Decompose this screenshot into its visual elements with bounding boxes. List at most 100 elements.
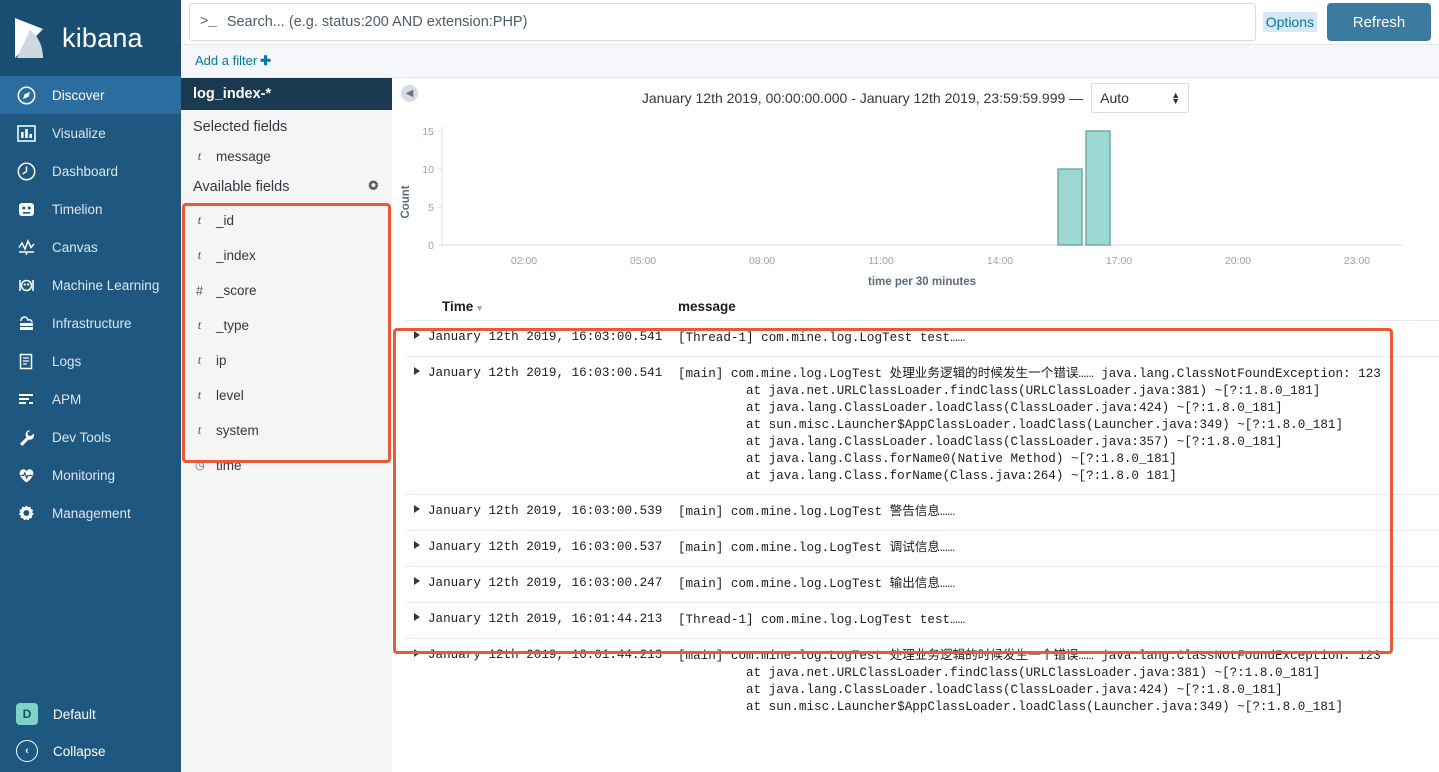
cell-message: [main] com.mine.log.LogTest 输出信息…… [678, 576, 1439, 593]
sidebar-item-logs[interactable]: Logs [0, 342, 181, 380]
x-axis-label: time per 30 minutes [868, 276, 976, 288]
field-row-_type[interactable]: t _type [181, 308, 392, 343]
sidebar-item-infrastructure[interactable]: Infrastructure [0, 304, 181, 342]
table-row[interactable]: January 12th 2019, 16:03:00.539 [main] c… [406, 494, 1439, 530]
time-range-row: January 12th 2019, 00:00:00.000 - Januar… [392, 78, 1439, 114]
field-row-level[interactable]: t level [181, 378, 392, 413]
x-tick: 23:00 [1344, 255, 1370, 267]
sidebar-item-dev-tools[interactable]: Dev Tools [0, 418, 181, 456]
message-line: [Thread-1] com.mine.log.LogTest test…… [678, 613, 966, 627]
table-row[interactable]: January 12th 2019, 16:01:44.213 [Thread-… [406, 602, 1439, 638]
x-tick: 20:00 [1225, 255, 1251, 267]
y-tick-10: 10 [422, 164, 434, 176]
cell-message: [Thread-1] com.mine.log.LogTest test…… [678, 330, 1439, 347]
collapse-nav-button[interactable]: ‹ Collapse [0, 734, 181, 768]
index-pattern-selector[interactable]: log_index-* [181, 78, 392, 110]
column-header-message[interactable]: message [678, 299, 736, 314]
chevron-left-circle-icon[interactable]: ◀ [401, 85, 418, 102]
brand-name: kibana [62, 22, 143, 53]
message-line: at sun.misc.Launcher$AppClassLoader.load… [746, 700, 1344, 714]
field-name: ip [216, 353, 227, 368]
caret-right-icon [414, 577, 420, 585]
sidebar-item-management[interactable]: Management [0, 494, 181, 532]
expand-row-toggle[interactable] [406, 540, 428, 557]
field-row-system[interactable]: t system [181, 413, 392, 448]
sidebar-item-discover[interactable]: Discover [0, 76, 181, 114]
sidebar-item-label: Machine Learning [52, 277, 160, 293]
field-row-ip[interactable]: t ip [181, 343, 392, 378]
apm-icon [16, 389, 37, 410]
canvas-icon [16, 237, 37, 258]
sidebar-item-canvas[interactable]: Canvas [0, 228, 181, 266]
expand-row-toggle[interactable] [406, 648, 428, 716]
caret-right-icon [414, 613, 420, 621]
add-filter-button[interactable]: Add a filter ✚ [195, 53, 271, 69]
sidebar-item-label: Monitoring [52, 467, 116, 483]
brand-logo[interactable]: kibana [0, 0, 181, 76]
table-row[interactable]: January 12th 2019, 16:01:44.213 [main] c… [406, 638, 1439, 725]
cell-message: [Thread-1] com.mine.log.LogTest test…… [678, 612, 1439, 629]
collapse-label: Collapse [53, 743, 106, 759]
space-selector-default[interactable]: D Default [0, 694, 181, 734]
interval-select[interactable]: Auto ▲ ▼ [1091, 83, 1190, 113]
sidebar-item-monitoring[interactable]: Monitoring [0, 456, 181, 494]
nav-footer: D Default ‹ Collapse [0, 694, 181, 772]
field-type-icon: t [197, 213, 202, 227]
options-link[interactable]: Options [1262, 12, 1317, 32]
message-line: [Thread-1] com.mine.log.LogTest test…… [678, 331, 966, 345]
column-header-label: message [678, 299, 736, 314]
table-row[interactable]: January 12th 2019, 16:03:00.247 [main] c… [406, 566, 1439, 602]
y-tick-0: 0 [428, 240, 434, 252]
field-type-icon: t [197, 388, 202, 402]
space-label: Default [53, 706, 96, 722]
caret-right-icon [414, 331, 420, 339]
field-name: level [216, 388, 244, 403]
expand-row-toggle[interactable] [406, 612, 428, 629]
sidebar-item-apm[interactable]: APM [0, 380, 181, 418]
cell-message: [main] com.mine.log.LogTest 处理业务逻辑的时候发生一… [678, 366, 1439, 485]
table-row[interactable]: January 12th 2019, 16:03:00.541 [main] c… [406, 356, 1439, 494]
field-row-time[interactable]: ◷ time [181, 448, 392, 483]
table-row[interactable]: January 12th 2019, 16:03:00.541 [Thread-… [406, 320, 1439, 356]
expand-row-toggle[interactable] [406, 504, 428, 521]
cell-message: [main] com.mine.log.LogTest 处理业务逻辑的时候发生一… [678, 648, 1439, 716]
expand-row-toggle[interactable] [406, 366, 428, 485]
field-name: time [216, 458, 242, 473]
cell-time: January 12th 2019, 16:03:00.541 [428, 330, 663, 344]
kibana-app: kibana Discover Visualize Dashboard Time… [0, 0, 1439, 772]
column-header-time[interactable]: Time ▾ [406, 299, 678, 314]
field-row-_index[interactable]: t _index [181, 238, 392, 273]
table-row[interactable]: January 12th 2019, 16:03:00.537 [main] c… [406, 530, 1439, 566]
add-filter-label: Add a filter [195, 53, 258, 68]
sidebar-item-dashboard[interactable]: Dashboard [0, 152, 181, 190]
terminal-prompt-icon: >_ [200, 14, 217, 30]
expand-row-toggle[interactable] [406, 330, 428, 347]
histogram-chart[interactable]: 15 10 5 0 Count 02:00 05:00 08:00 11:00 … [392, 114, 1439, 299]
sidebar-item-visualize[interactable]: Visualize [0, 114, 181, 152]
field-row-_id[interactable]: t _id [181, 203, 392, 238]
field-row-_score[interactable]: # _score [181, 273, 392, 308]
interval-value: Auto [1100, 90, 1129, 106]
field-row-message[interactable]: t message [181, 143, 392, 170]
search-field-wrapper[interactable]: >_ [189, 3, 1256, 41]
gear-icon[interactable] [367, 179, 380, 195]
caret-right-icon [414, 367, 420, 375]
refresh-button[interactable]: Refresh [1327, 3, 1431, 41]
column-header-label: Time [442, 299, 474, 314]
sidebar-item-label: Dev Tools [52, 429, 112, 445]
clock-icon: ◷ [195, 460, 205, 472]
chevron-updown-icon: ▲ ▼ [1171, 90, 1181, 106]
sort-caret-icon[interactable]: ▾ [477, 303, 482, 313]
sidebar-item-machine-learning[interactable]: Machine Learning [0, 266, 181, 304]
expand-row-toggle[interactable] [406, 576, 428, 593]
time-range-label[interactable]: January 12th 2019, 00:00:00.000 - Januar… [642, 90, 1083, 106]
message-line: at sun.misc.Launcher$AppClassLoader.load… [746, 418, 1344, 432]
infrastructure-icon [16, 313, 37, 334]
compass-icon [16, 85, 37, 106]
sidebar-item-label: Management [52, 505, 131, 521]
cell-time: January 12th 2019, 16:03:00.247 [428, 576, 663, 590]
sidebar-item-timelion[interactable]: Timelion [0, 190, 181, 228]
search-input[interactable] [226, 14, 1245, 30]
table-header-row: Time ▾ message [406, 299, 1439, 320]
available-fields-label: Available fields [193, 179, 290, 195]
